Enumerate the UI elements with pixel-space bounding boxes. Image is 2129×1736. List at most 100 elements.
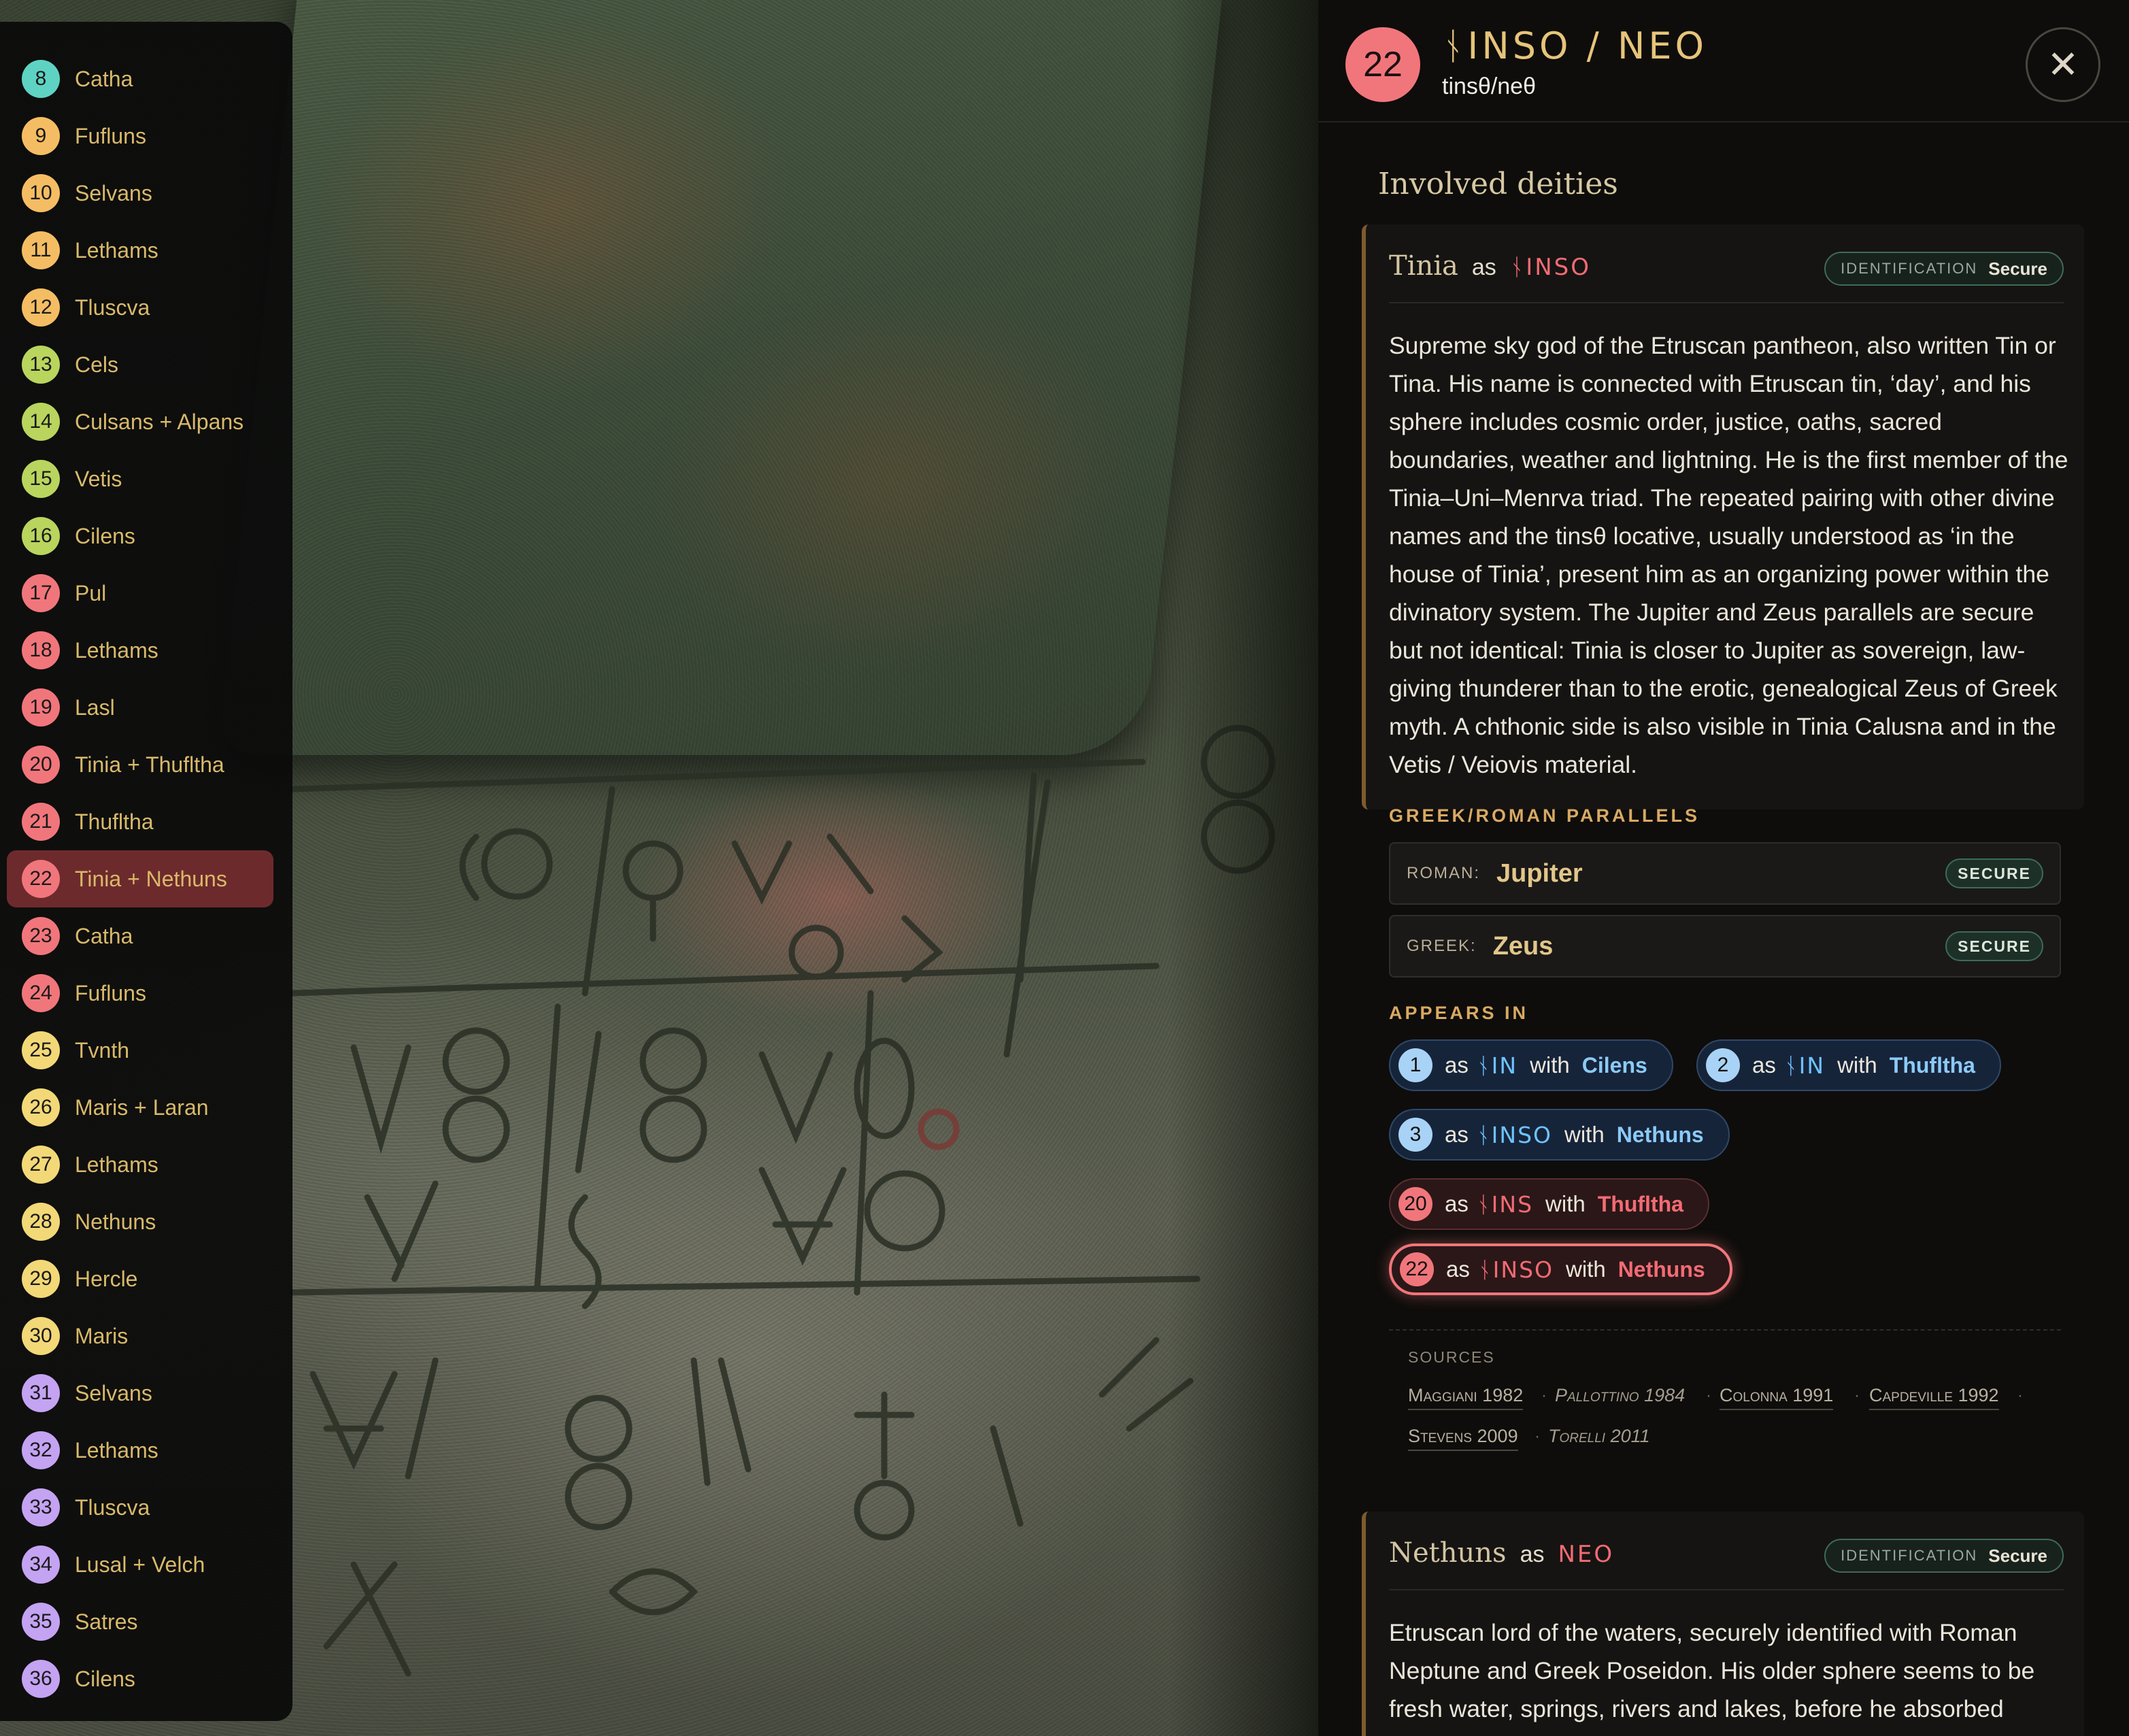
sidebar-item-9[interactable]: 9 Fufluns (7, 107, 273, 165)
sidebar-item-label: Lethams (75, 637, 158, 663)
pill-partner-deity: Thufltha (1889, 1052, 1975, 1078)
pill-etruscan-name: ᚾIN (1783, 1052, 1826, 1079)
sidebar-item-label: Lusal + Velch (75, 1552, 205, 1577)
source-citation[interactable]: Stevens 2009 (1408, 1426, 1518, 1451)
sidebar-item-label: Maris + Laran (75, 1095, 209, 1120)
chamber-number-badge: 20 (22, 746, 60, 784)
chamber-number-badge: 14 (22, 403, 60, 441)
sidebar-item-33[interactable]: 33 Tluscva (7, 1479, 273, 1536)
chamber-number-badge: 19 (22, 688, 60, 727)
chamber-number-badge: 29 (22, 1260, 60, 1298)
chamber-number-badge: 21 (22, 803, 60, 841)
sidebar-item-13[interactable]: 13 Cels (7, 336, 273, 393)
source-citation[interactable]: Maggiani 1982 (1408, 1385, 1524, 1410)
as-word: as (1752, 1052, 1776, 1078)
deity-etruscan-name: NEO (1558, 1541, 1615, 1568)
sidebar-item-10[interactable]: 10 Selvans (7, 165, 273, 222)
sources-divider (1389, 1329, 2061, 1331)
chamber-number-badge: 24 (22, 974, 60, 1012)
appears-in-pill-22[interactable]: 22 as ᚾINSO with Nethuns (1389, 1243, 1732, 1295)
identification-label: IDENTIFICATION (1841, 1547, 1978, 1564)
sidebar-item-23[interactable]: 23 Catha (7, 907, 273, 965)
appears-in-pill-2[interactable]: 2 as ᚾIN with Thufltha (1696, 1039, 2001, 1091)
identification-badge: IDENTIFICATION Secure (1824, 252, 2064, 286)
parallel-key: GREEK: (1407, 937, 1477, 955)
sidebar-item-label: Catha (75, 923, 133, 948)
chamber-number-badge: 8 (22, 60, 60, 98)
sidebar-item-34[interactable]: 34 Lusal + Velch (7, 1536, 273, 1593)
sidebar-item-label: Satres (75, 1609, 138, 1634)
source-citation[interactable]: Torelli 2011 (1548, 1426, 1650, 1450)
deity-card-header: Nethuns as NEO (1389, 1537, 1614, 1569)
sidebar-item-label: Lasl (75, 695, 115, 720)
sidebar-item-24[interactable]: 24 Fufluns (7, 965, 273, 1022)
sidebar-item-19[interactable]: 19 Lasl (7, 679, 273, 736)
sidebar-item-11[interactable]: 11 Lethams (7, 222, 273, 279)
chamber-number-badge: 35 (22, 1603, 60, 1641)
deity-card-tinia: Tinia as ᚾINSO IDENTIFICATION Secure Sup… (1362, 224, 2084, 809)
identification-label: IDENTIFICATION (1841, 260, 1978, 277)
sidebar-item-32[interactable]: 32 Lethams (7, 1422, 273, 1479)
chamber-number-badge: 13 (22, 346, 60, 384)
card-divider (1389, 1589, 2064, 1590)
sidebar-item-28[interactable]: 28 Nethuns (7, 1193, 273, 1250)
chamber-number-badge: 3 (1398, 1118, 1432, 1152)
parallel-row-zeus: GREEK: Zeus SECURE (1389, 915, 2061, 978)
appears-in-pill-3[interactable]: 3 as ᚾINSO with Nethuns (1389, 1109, 1730, 1161)
sidebar-item-14[interactable]: 14 Culsans + Alpans (7, 393, 273, 450)
source-separator: · (1854, 1386, 1860, 1405)
sidebar-item-label: Tinia + Nethuns (75, 866, 227, 891)
parallel-secure-badge: SECURE (1945, 858, 2043, 888)
deity-name: Tinia (1389, 250, 1458, 282)
source-citation[interactable]: Capdeville 1992 (1869, 1385, 1999, 1410)
sidebar-item-25[interactable]: 25 Tvnth (7, 1022, 273, 1079)
bronze-edge-shadow (1169, 0, 1318, 1736)
sidebar-item-36[interactable]: 36 Cilens (7, 1650, 273, 1707)
sidebar-item-8[interactable]: 8 Catha (7, 50, 273, 107)
close-button[interactable]: ✕ (2026, 27, 2100, 102)
parallel-secure-badge: SECURE (1945, 931, 2043, 961)
with-word: with (1530, 1052, 1570, 1078)
sidebar-item-22[interactable]: 22 Tinia + Nethuns (7, 850, 273, 907)
with-word: with (1837, 1052, 1877, 1078)
sidebar-item-35[interactable]: 35 Satres (7, 1593, 273, 1650)
sidebar-item-12[interactable]: 12 Tluscva (7, 279, 273, 336)
sidebar-item-15[interactable]: 15 Vetis (7, 450, 273, 507)
as-word: as (1520, 1541, 1545, 1567)
identification-value: Secure (1988, 1545, 2047, 1566)
pill-etruscan-name: ᚾINSO (1476, 1121, 1552, 1148)
chamber-number-badge: 32 (22, 1431, 60, 1469)
close-icon: ✕ (2047, 43, 2079, 86)
pill-partner-deity: Nethuns (1616, 1122, 1704, 1147)
chamber-number-badge: 22 (1400, 1252, 1434, 1286)
sidebar-item-20[interactable]: 20 Tinia + Thufltha (7, 736, 273, 793)
source-separator: · (1535, 1427, 1540, 1446)
chamber-number-badge: 26 (22, 1088, 60, 1126)
pill-etruscan-name: ᚾINS (1476, 1190, 1534, 1218)
sidebar-item-16[interactable]: 16 Cilens (7, 507, 273, 565)
chamber-number-badge: 27 (22, 1146, 60, 1184)
sidebar-item-label: Hercle (75, 1266, 138, 1291)
sidebar-item-17[interactable]: 17 Pul (7, 565, 273, 622)
sidebar-item-18[interactable]: 18 Lethams (7, 622, 273, 679)
sidebar-item-31[interactable]: 31 Selvans (7, 1365, 273, 1422)
chamber-number-badge: 23 (22, 917, 60, 955)
sidebar-item-21[interactable]: 21 Thufltha (7, 793, 273, 850)
sidebar-item-label: Tinia + Thufltha (75, 752, 224, 777)
sidebar-item-27[interactable]: 27 Lethams (7, 1136, 273, 1193)
sidebar-item-label: Nethuns (75, 1209, 156, 1234)
source-citation[interactable]: Colonna 1991 (1720, 1385, 1834, 1410)
sidebar-item-26[interactable]: 26 Maris + Laran (7, 1079, 273, 1136)
as-word: as (1445, 1052, 1469, 1078)
source-citation[interactable]: Pallottino 1984 (1555, 1385, 1685, 1409)
as-word: as (1446, 1256, 1470, 1282)
panel-header: 22 ᚾINSO / NEO tinsθ/neθ ✕ (1318, 0, 2129, 122)
appears-in-pill-1[interactable]: 1 as ᚾIN with Cilens (1389, 1039, 1673, 1091)
appears-in-pill-20[interactable]: 20 as ᚾINS with Thufltha (1389, 1178, 1709, 1230)
sidebar-item-label: Pul (75, 580, 107, 605)
sidebar-item-29[interactable]: 29 Hercle (7, 1250, 273, 1307)
sidebar-item-30[interactable]: 30 Maris (7, 1307, 273, 1365)
sidebar-item-label: Cilens (75, 1666, 135, 1691)
parallel-key: ROMAN: (1407, 864, 1480, 882)
pill-etruscan-name: ᚾINSO (1477, 1256, 1554, 1283)
